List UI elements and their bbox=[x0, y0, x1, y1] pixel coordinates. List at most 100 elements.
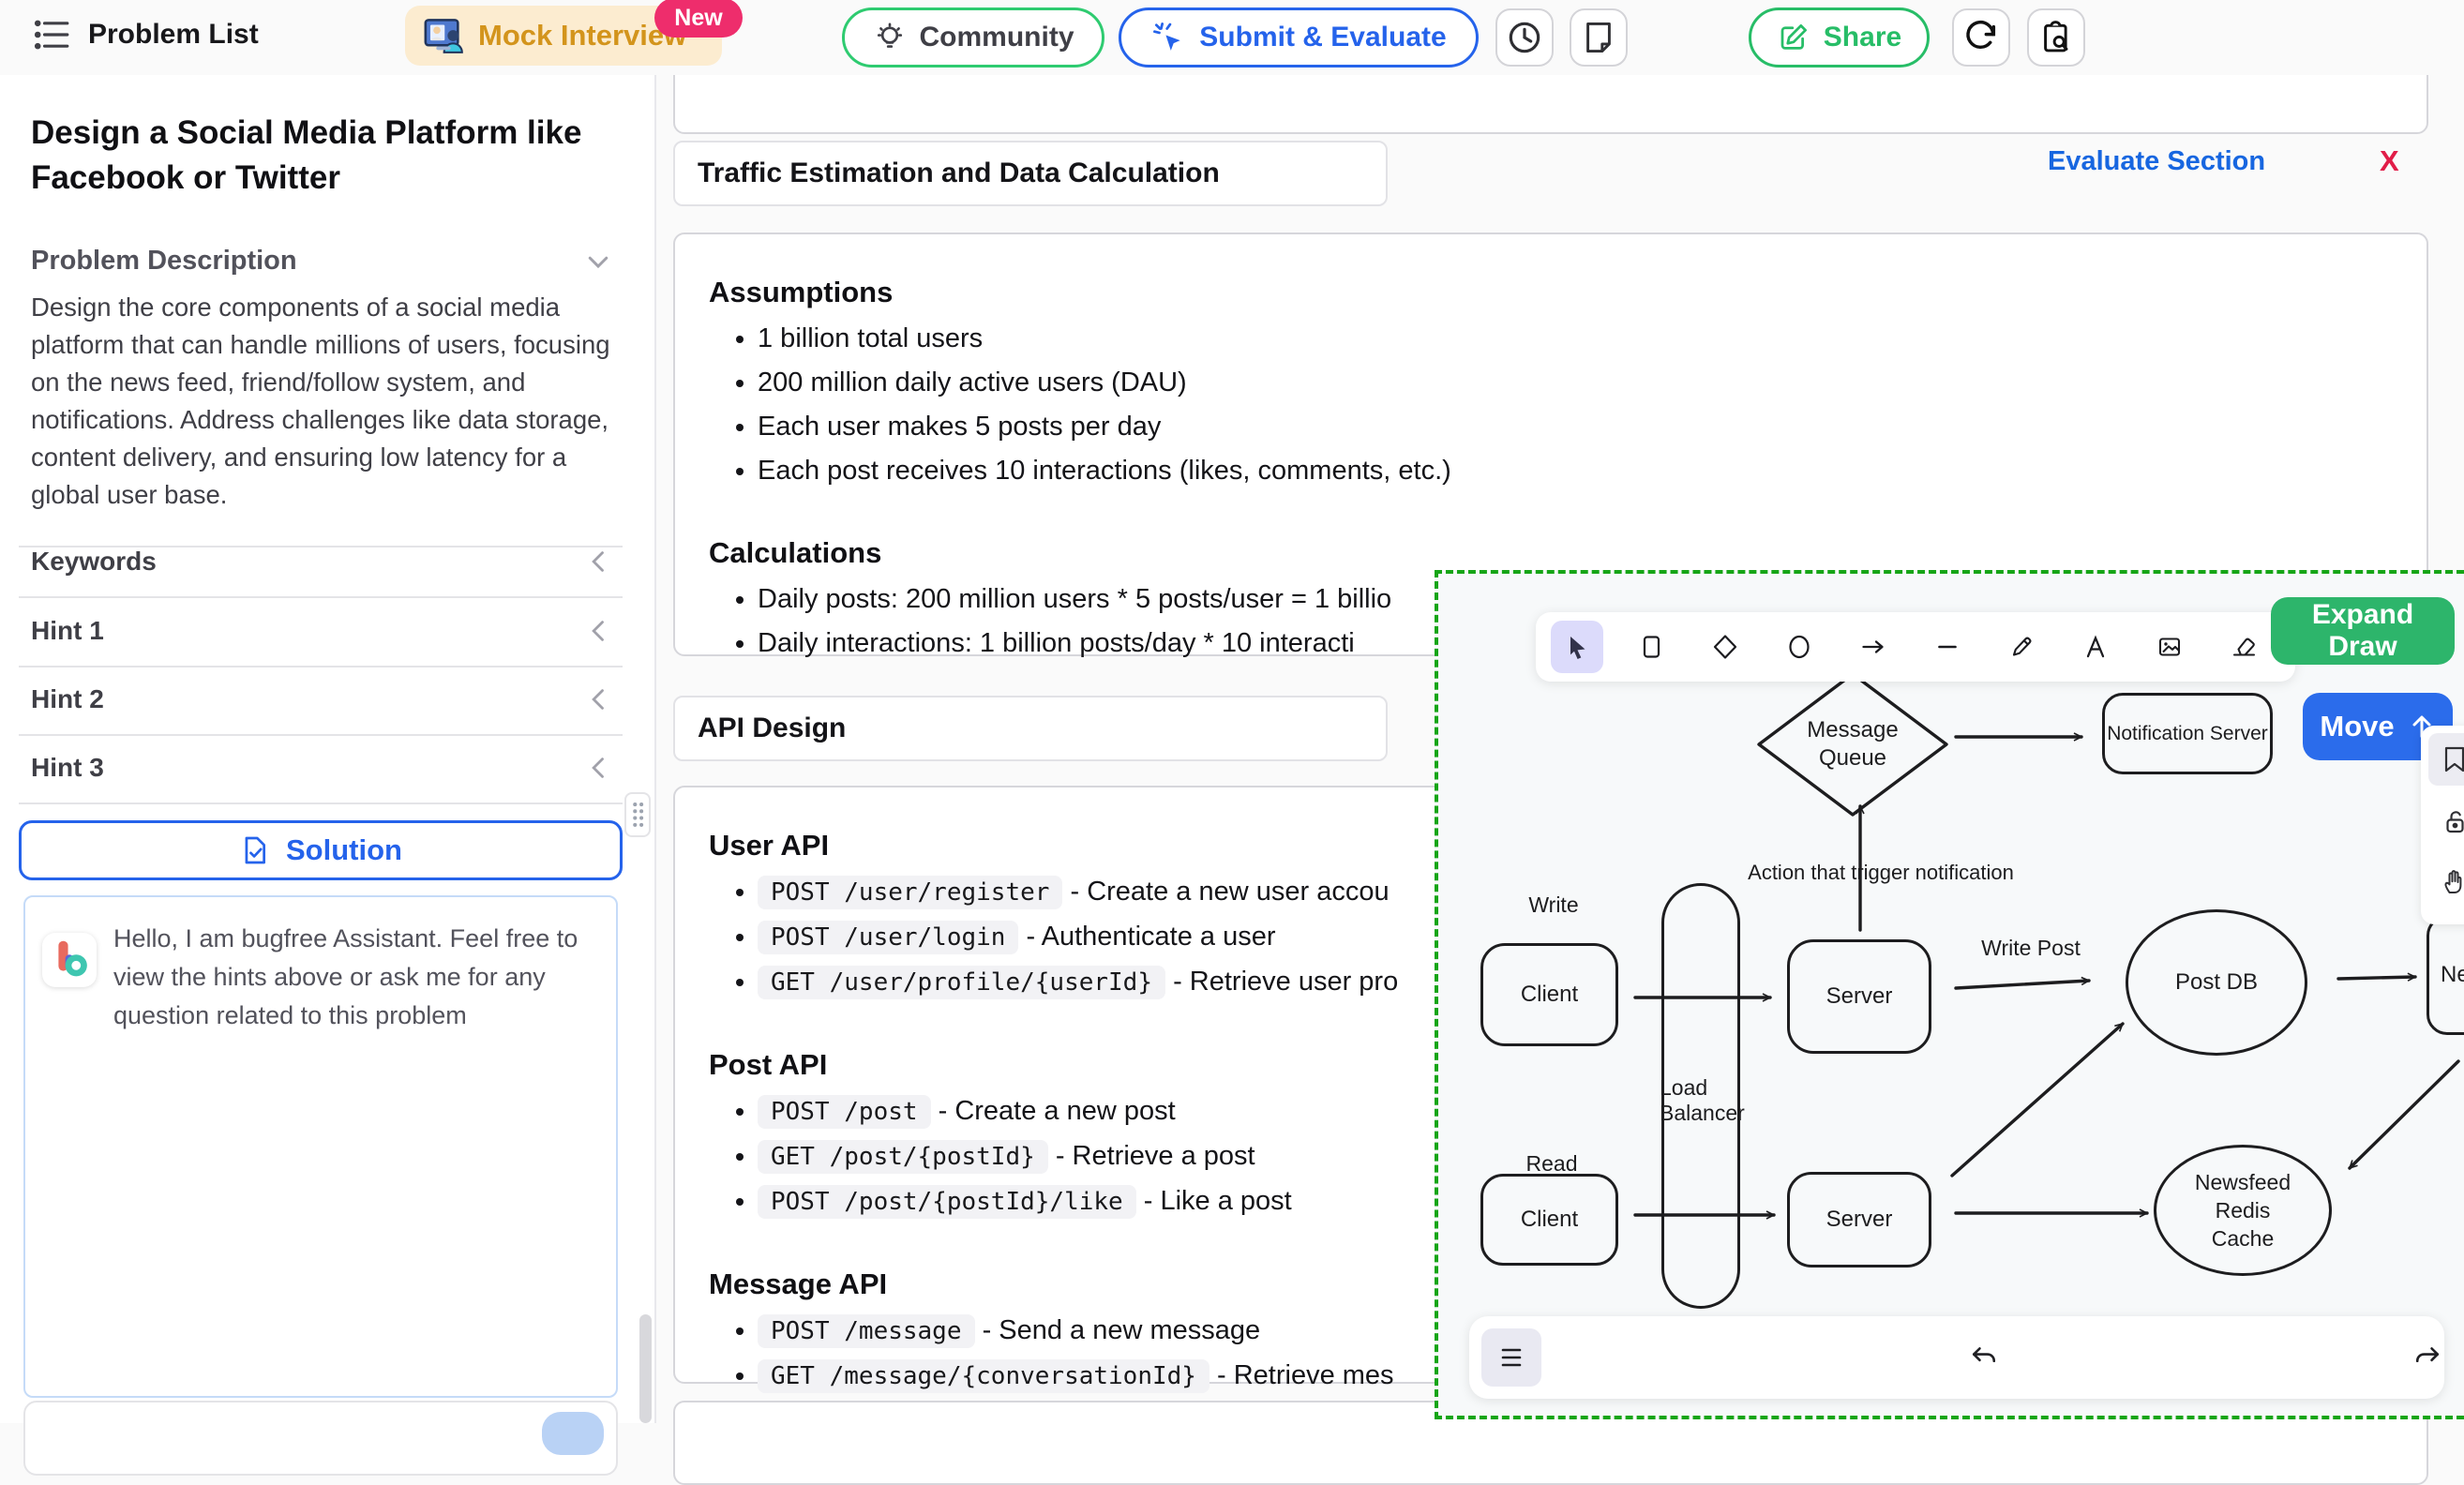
problem-list-label: Problem List bbox=[88, 19, 259, 51]
code-chip: POST /post bbox=[758, 1095, 931, 1129]
divider bbox=[19, 734, 623, 736]
tool-diamond[interactable] bbox=[1699, 621, 1751, 673]
problem-title: Design a Social Media Platform like Face… bbox=[31, 111, 612, 201]
diagram-node-server-write[interactable]: Server bbox=[1787, 939, 1931, 1054]
tool-arrow[interactable] bbox=[1847, 621, 1900, 673]
community-button[interactable]: Community bbox=[842, 8, 1104, 68]
code-chip: GET /post/{postId} bbox=[758, 1140, 1048, 1174]
draw-canvas-overlay[interactable]: Message Queue Notification Server Client… bbox=[1435, 570, 2464, 1419]
assumptions-heading: Assumptions bbox=[709, 276, 2426, 309]
send-button[interactable] bbox=[542, 1412, 604, 1455]
tool-text[interactable] bbox=[2069, 621, 2122, 673]
tool-selection[interactable] bbox=[1551, 621, 1603, 673]
mock-interview-icon bbox=[422, 14, 465, 57]
write-post-label: Write Post bbox=[1975, 936, 2087, 961]
divider bbox=[19, 666, 623, 668]
calculations-heading: Calculations bbox=[709, 536, 2426, 570]
diagram-node-client-read[interactable]: Client bbox=[1480, 1174, 1618, 1266]
diagram-node-message-queue[interactable]: Message Queue bbox=[1759, 674, 1946, 815]
hand-tool-icon[interactable] bbox=[2428, 855, 2464, 908]
document-check-icon bbox=[239, 834, 271, 866]
cursor-click-icon bbox=[1150, 20, 1186, 55]
section-title-api[interactable]: API Design bbox=[673, 696, 1388, 761]
submit-evaluate-label: Submit & Evaluate bbox=[1199, 22, 1446, 53]
sidebar-item-keywords[interactable]: Keywords bbox=[31, 538, 612, 585]
bookmark-button[interactable] bbox=[2428, 733, 2464, 786]
diagram-node-server-read[interactable]: Server bbox=[1787, 1172, 1931, 1268]
tool-rectangle[interactable] bbox=[1625, 621, 1677, 673]
code-chip: GET /message/{conversationId} bbox=[758, 1359, 1209, 1393]
tool-ellipse[interactable] bbox=[1773, 621, 1825, 673]
problem-description-toggle[interactable]: Problem Description bbox=[31, 246, 612, 277]
diagram-node-newsfeed-redis-cache[interactable]: Newsfeed Redis Cache bbox=[2154, 1145, 2332, 1276]
problem-list-button[interactable]: Problem List bbox=[34, 19, 259, 51]
list-item: 200 million daily active users (DAU) bbox=[758, 361, 2426, 405]
undo-button[interactable] bbox=[1961, 1335, 2006, 1380]
canvas-side-panel bbox=[2421, 726, 2464, 924]
chevron-left-icon bbox=[586, 618, 612, 644]
clock-icon bbox=[1506, 19, 1543, 56]
diagram-node-newsfeed-cut[interactable]: New bbox=[2426, 915, 2464, 1035]
diagram-node-post-db[interactable]: Post DB bbox=[2126, 909, 2307, 1056]
edit-share-icon bbox=[1777, 21, 1810, 54]
problem-sidebar: Design a Social Media Platform like Face… bbox=[0, 75, 656, 1423]
chevron-down-icon bbox=[584, 248, 612, 276]
canvas-menu-button[interactable] bbox=[1481, 1328, 1541, 1387]
lightbulb-icon bbox=[873, 21, 907, 54]
draw-toolbar bbox=[1536, 612, 2295, 682]
section-title-traffic[interactable]: Traffic Estimation and Data Calculation bbox=[673, 141, 1388, 206]
code-chip: POST /message bbox=[758, 1314, 975, 1348]
chevron-left-icon bbox=[586, 755, 612, 781]
clipboard-search-button[interactable] bbox=[2027, 8, 2085, 67]
list-item: 1 billion total users bbox=[758, 317, 2426, 361]
tool-eraser[interactable] bbox=[2217, 621, 2270, 673]
divider bbox=[19, 596, 623, 598]
diagram-node-notification-server[interactable]: Notification Server bbox=[2102, 693, 2273, 774]
diagram-node-client-write[interactable]: Client bbox=[1480, 943, 1618, 1046]
chat-input-box bbox=[23, 1401, 618, 1476]
sidebar-item-hint1[interactable]: Hint 1 bbox=[31, 608, 612, 654]
top-toolbar: Problem List Mock Interview New Commun bbox=[0, 0, 2464, 75]
history-button[interactable] bbox=[1495, 8, 1554, 67]
sidebar-item-hint3[interactable]: Hint 3 bbox=[31, 744, 612, 791]
tool-pencil[interactable] bbox=[1995, 621, 2048, 673]
tool-image[interactable] bbox=[2143, 621, 2196, 673]
list-item: Each user makes 5 posts per day bbox=[758, 405, 2426, 449]
list-item: Each post receives 10 interactions (like… bbox=[758, 449, 2426, 493]
chevron-left-icon bbox=[586, 686, 612, 712]
assistant-message: Hello, I am bugfree Assistant. Feel free… bbox=[113, 920, 587, 1035]
refresh-button[interactable] bbox=[1952, 8, 2010, 67]
expand-draw-button[interactable]: Expand Draw bbox=[2271, 597, 2455, 665]
code-chip: POST /post/{postId}/like bbox=[758, 1185, 1136, 1219]
code-chip: POST /user/login bbox=[758, 921, 1018, 954]
assumptions-list: 1 billion total users 200 million daily … bbox=[709, 317, 2426, 493]
assistant-chat-panel: Hello, I am bugfree Assistant. Feel free… bbox=[23, 895, 618, 1398]
list-icon bbox=[34, 19, 71, 51]
sidebar-scrollbar[interactable] bbox=[639, 1314, 652, 1423]
chevron-left-icon bbox=[586, 548, 612, 575]
share-button[interactable]: Share bbox=[1749, 8, 1930, 68]
read-label: Read bbox=[1510, 1151, 1594, 1177]
submit-evaluate-button[interactable]: Submit & Evaluate bbox=[1119, 8, 1479, 68]
divider bbox=[19, 802, 623, 804]
close-section-button[interactable]: X bbox=[2380, 144, 2399, 178]
refresh-icon bbox=[1962, 19, 2000, 56]
tool-line[interactable] bbox=[1921, 621, 1974, 673]
code-chip: POST /user/register bbox=[758, 876, 1062, 909]
community-label: Community bbox=[920, 22, 1074, 53]
evaluate-section-link[interactable]: Evaluate Section bbox=[2048, 146, 2265, 177]
notes-button[interactable] bbox=[1570, 8, 1628, 67]
unlock-icon[interactable] bbox=[2428, 795, 2464, 848]
redo-button[interactable] bbox=[2405, 1335, 2450, 1380]
sidebar-item-hint2[interactable]: Hint 2 bbox=[31, 676, 612, 723]
chat-input[interactable] bbox=[40, 1410, 453, 1448]
solution-button[interactable]: Solution bbox=[19, 820, 623, 880]
share-label: Share bbox=[1824, 22, 1901, 53]
panel-resize-handle[interactable] bbox=[624, 792, 651, 837]
note-icon bbox=[1581, 20, 1616, 55]
bugfree-avatar bbox=[42, 933, 97, 987]
write-label: Write bbox=[1511, 892, 1596, 918]
canvas-bottom-bar bbox=[1469, 1316, 2444, 1399]
clipboard-search-icon bbox=[2038, 20, 2074, 55]
new-badge: New bbox=[654, 0, 743, 38]
